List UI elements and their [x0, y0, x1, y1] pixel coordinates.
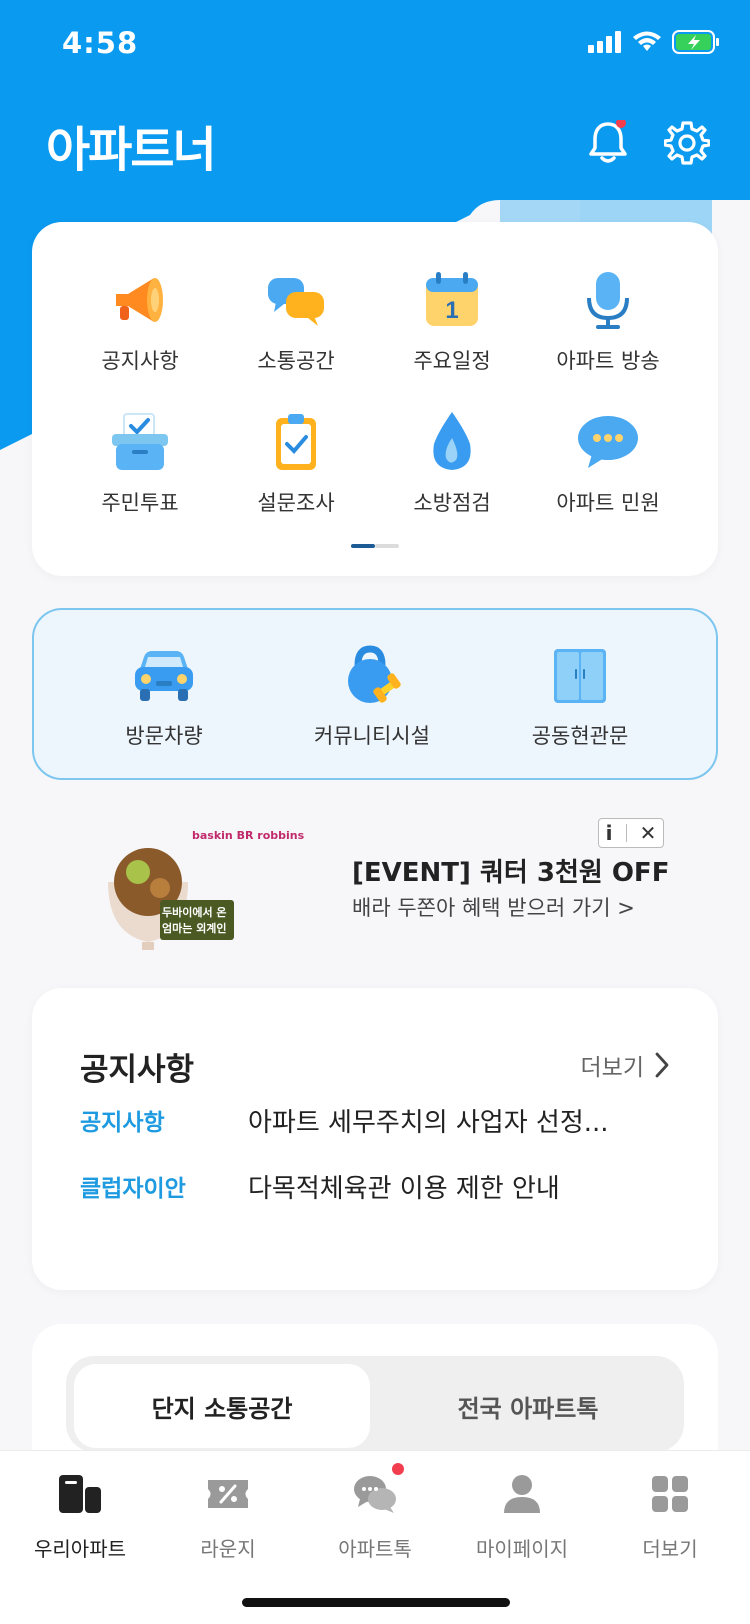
nav-label: 더보기: [642, 1537, 698, 1561]
pager-dot: [375, 544, 399, 548]
ad-controls-divider: [625, 824, 627, 842]
ad-close-button[interactable]: ✕: [640, 821, 657, 845]
app-header: 아파트너: [46, 110, 720, 180]
ad-banner[interactable]: baskin BR robbins 두바이에서 온 엄마는 외계인 [EVENT…: [32, 812, 718, 952]
car-icon: [131, 642, 197, 708]
ballot-box-icon: [107, 409, 173, 475]
nav-label: 아파트톡: [338, 1537, 412, 1561]
quick-item-visitor-car[interactable]: 방문차량: [64, 642, 264, 750]
quick-item-front-door[interactable]: 공동현관문: [480, 642, 680, 750]
fire-drop-icon: [419, 409, 485, 475]
menu-pager[interactable]: [351, 544, 399, 548]
notice-category: 공지사항: [80, 1110, 165, 1136]
menu-item-label: 아파트 방송: [556, 349, 660, 373]
menu-item-vote[interactable]: 주민투표: [62, 409, 218, 521]
ad-title: [EVENT] 쿼터 3천원 OFF: [352, 858, 670, 888]
chat-icon: [350, 1463, 404, 1519]
person-icon: [497, 1469, 547, 1519]
community-segmented-control: 단지 소통공간 전국 아파트톡: [66, 1356, 684, 1452]
menu-item-label: 주민투표: [101, 491, 179, 515]
tab-local-community[interactable]: 단지 소통공간: [74, 1364, 370, 1448]
status-bar: 4:58: [0, 0, 750, 90]
battery-icon: [672, 30, 719, 54]
notice-title: 공지사항: [80, 1052, 195, 1088]
clipboard-icon: [263, 409, 329, 475]
megaphone-icon: [107, 267, 173, 333]
home-indicator: [242, 1598, 510, 1607]
microphone-icon: [575, 267, 641, 333]
notice-category: 클럽자이안: [80, 1176, 186, 1202]
tab-national-talk[interactable]: 전국 아파트톡: [380, 1364, 676, 1448]
quick-item-label: 방문차량: [125, 724, 203, 748]
bell-icon: [589, 118, 627, 163]
notice-row[interactable]: 클럽자이안 다목적체육관 이용 제한 안내: [80, 1166, 680, 1206]
speech-bubble-icon: [575, 409, 641, 475]
calendar-day-text: 1: [445, 297, 458, 324]
menu-item-label: 소통공간: [257, 349, 335, 373]
quick-item-label: 커뮤니티시설: [314, 724, 430, 748]
notice-row[interactable]: 공지사항 아파트 세무주치의 사업자 선정...: [80, 1100, 680, 1140]
nav-label: 우리아파트: [34, 1537, 126, 1561]
menu-item-label: 소방점검: [413, 491, 491, 515]
notification-dot: [392, 1463, 404, 1475]
menu-item-label: 주요일정: [413, 349, 491, 373]
quick-item-label: 공동현관문: [531, 724, 629, 748]
grid-icon: [645, 1469, 695, 1519]
ad-badge-line2: 엄마는 외계인: [162, 922, 227, 935]
menu-item-label: 공지사항: [101, 349, 179, 373]
quick-access-card: 방문차량 커뮤니티시설 공동현관문: [32, 608, 718, 780]
door-icon: [547, 642, 613, 708]
menu-item-community[interactable]: 소통공간: [218, 267, 374, 379]
notice-card: 공지사항 더보기 공지사항 아파트 세무주치의 사업자 선정... 클럽자이안 …: [32, 988, 718, 1290]
nav-label: 라운지: [200, 1537, 256, 1561]
notice-more-label: 더보기: [580, 1055, 644, 1081]
gear-icon: [663, 121, 711, 165]
nav-item-more[interactable]: 더보기: [595, 1469, 745, 1562]
ad-badge-line1: 두바이에서 온: [162, 906, 227, 919]
signal-icon: [588, 31, 621, 53]
coupon-icon: [203, 1469, 253, 1519]
menu-item-complaint[interactable]: 아파트 민원: [530, 409, 686, 521]
ad-controls: i ✕: [598, 818, 664, 848]
ad-subtitle: 배라 두쫀아 혜택 받으러 가기 >: [352, 896, 635, 920]
notice-more-button[interactable]: 더보기: [581, 1048, 670, 1082]
nav-label: 마이페이지: [476, 1537, 568, 1561]
notice-text: 다목적체육관 이용 제한 안내: [248, 1173, 560, 1204]
notice-text: 아파트 세무주치의 사업자 선정...: [248, 1107, 609, 1138]
ad-info-button[interactable]: i: [606, 821, 613, 845]
nav-item-lounge[interactable]: 라운지: [153, 1469, 303, 1562]
menu-item-survey[interactable]: 설문조사: [218, 409, 374, 521]
ad-brand-logo: baskin BR robbins: [192, 829, 305, 842]
building-icon: [55, 1469, 105, 1519]
settings-button[interactable]: [663, 120, 711, 166]
notification-button[interactable]: [588, 118, 628, 166]
ad-image: 두바이에서 온 엄마는 외계인: [102, 842, 282, 958]
kettlebell-icon: [339, 642, 405, 708]
wifi-icon: [633, 31, 661, 51]
menu-item-fire-check[interactable]: 소방점검: [374, 409, 530, 521]
menu-item-schedule[interactable]: 1 주요일정: [374, 267, 530, 379]
nav-item-apartment-talk[interactable]: 아파트톡: [300, 1463, 450, 1562]
menu-item-notice[interactable]: 공지사항: [62, 267, 218, 379]
status-time: 4:58: [62, 26, 139, 60]
nav-item-my-apartment[interactable]: 우리아파트: [5, 1469, 155, 1562]
menu-item-label: 아파트 민원: [556, 491, 660, 515]
pager-dot-active: [351, 544, 375, 548]
quick-item-community-facility[interactable]: 커뮤니티시설: [272, 642, 472, 750]
menu-item-label: 설문조사: [257, 491, 335, 515]
nav-item-my-page[interactable]: 마이페이지: [447, 1469, 597, 1562]
calendar-icon: 1: [419, 267, 485, 333]
chevron-right-icon: [655, 1052, 669, 1078]
menu-item-broadcast[interactable]: 아파트 방송: [530, 267, 686, 379]
chat-bubbles-icon: [263, 267, 329, 333]
service-menu-card: 공지사항 소통공간 1 주요일정 아파트 방송 주민투표 설문조사 소방점검 아…: [32, 222, 718, 576]
